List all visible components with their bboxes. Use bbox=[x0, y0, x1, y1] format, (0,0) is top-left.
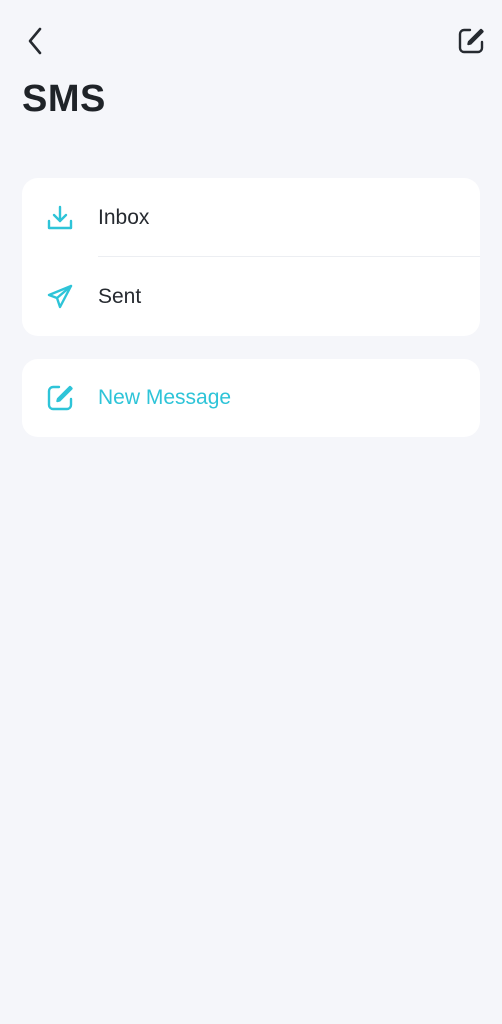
back-button[interactable] bbox=[20, 26, 50, 56]
top-bar bbox=[0, 0, 502, 80]
edit-square-icon bbox=[46, 384, 74, 412]
inbox-label: Inbox bbox=[98, 205, 150, 229]
new-message-button[interactable]: New Message bbox=[22, 359, 480, 437]
download-tray-icon bbox=[46, 204, 74, 232]
send-plane-icon bbox=[46, 283, 74, 311]
inbox-row[interactable]: Inbox bbox=[22, 178, 480, 257]
sent-label: Sent bbox=[98, 284, 142, 308]
page-title: SMS bbox=[22, 78, 106, 120]
new-message-card: New Message bbox=[22, 359, 480, 437]
messages-card: Inbox Sent bbox=[22, 178, 480, 336]
edit-square-icon bbox=[458, 28, 484, 54]
new-message-label: New Message bbox=[98, 386, 232, 409]
compose-button[interactable] bbox=[456, 26, 486, 56]
sent-row[interactable]: Sent bbox=[22, 257, 480, 336]
chevron-left-icon bbox=[28, 27, 42, 55]
